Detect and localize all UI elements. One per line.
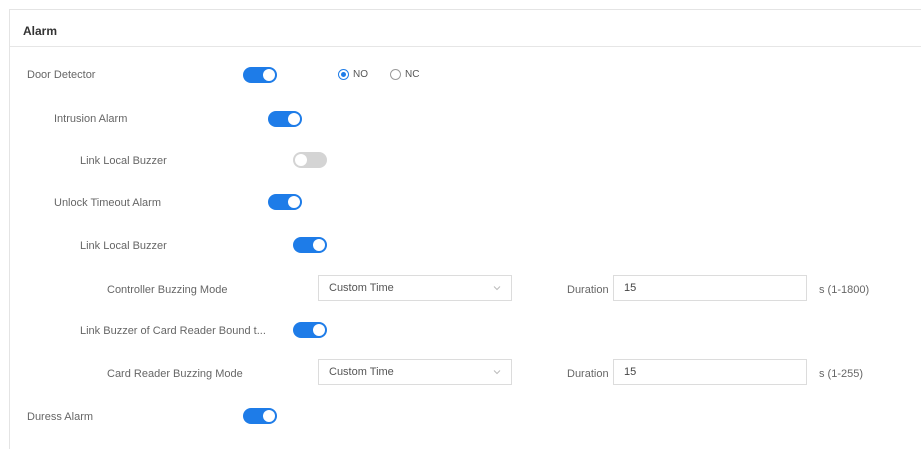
controller-buzzing-value: Custom Time — [329, 282, 394, 294]
card-reader-buzzing-value: Custom Time — [329, 366, 394, 378]
controller-duration-range: s (1-1800) — [819, 284, 870, 296]
controller-buzzing-select[interactable]: Custom Time — [318, 275, 512, 301]
unlock-link-buzzer-label: Link Local Buzzer — [80, 240, 167, 252]
card-reader-duration-value: 15 — [624, 366, 637, 378]
door-detector-toggle[interactable] — [243, 67, 277, 83]
duress-alarm-label: Duress Alarm — [27, 411, 94, 423]
intrusion-alarm-toggle[interactable] — [268, 111, 302, 127]
intrusion-alarm-label: Intrusion Alarm — [54, 113, 128, 125]
controller-duration-value: 15 — [624, 282, 637, 294]
card-reader-link-label: Link Buzzer of Card Reader Bound t... — [80, 325, 266, 337]
radio-no-label: NO — [353, 69, 368, 80]
chevron-down-icon — [493, 286, 501, 291]
controller-duration-input[interactable]: 15 — [613, 275, 807, 301]
controller-buzzing-label: Controller Buzzing Mode — [107, 284, 228, 296]
intrusion-link-buzzer-toggle[interactable] — [293, 152, 327, 168]
section-title: Alarm — [23, 24, 58, 38]
card-reader-buzzing-select[interactable]: Custom Time — [318, 359, 512, 385]
radio-nc-label: NC — [405, 69, 420, 80]
controller-duration-label: Duration — [567, 284, 609, 296]
unlock-timeout-alarm-toggle[interactable] — [268, 194, 302, 210]
card-reader-buzzing-label: Card Reader Buzzing Mode — [107, 368, 243, 380]
card-reader-duration-label: Duration — [567, 368, 609, 380]
radio-nc-option[interactable]: NC — [390, 69, 419, 80]
door-detector-label: Door Detector — [27, 69, 96, 81]
divider — [10, 46, 921, 47]
duress-alarm-toggle[interactable] — [243, 408, 277, 424]
card-reader-duration-input[interactable]: 15 — [613, 359, 807, 385]
intrusion-link-buzzer-label: Link Local Buzzer — [80, 155, 167, 167]
unlock-timeout-alarm-label: Unlock Timeout Alarm — [54, 197, 161, 209]
radio-no-option[interactable]: NO — [338, 69, 368, 80]
unlock-link-buzzer-toggle[interactable] — [293, 237, 327, 253]
chevron-down-icon — [493, 370, 501, 375]
radio-no-button[interactable] — [338, 69, 349, 80]
card-reader-duration-range: s (1-255) — [819, 368, 864, 380]
card-reader-link-toggle[interactable] — [293, 322, 327, 338]
radio-nc-button[interactable] — [390, 69, 401, 80]
